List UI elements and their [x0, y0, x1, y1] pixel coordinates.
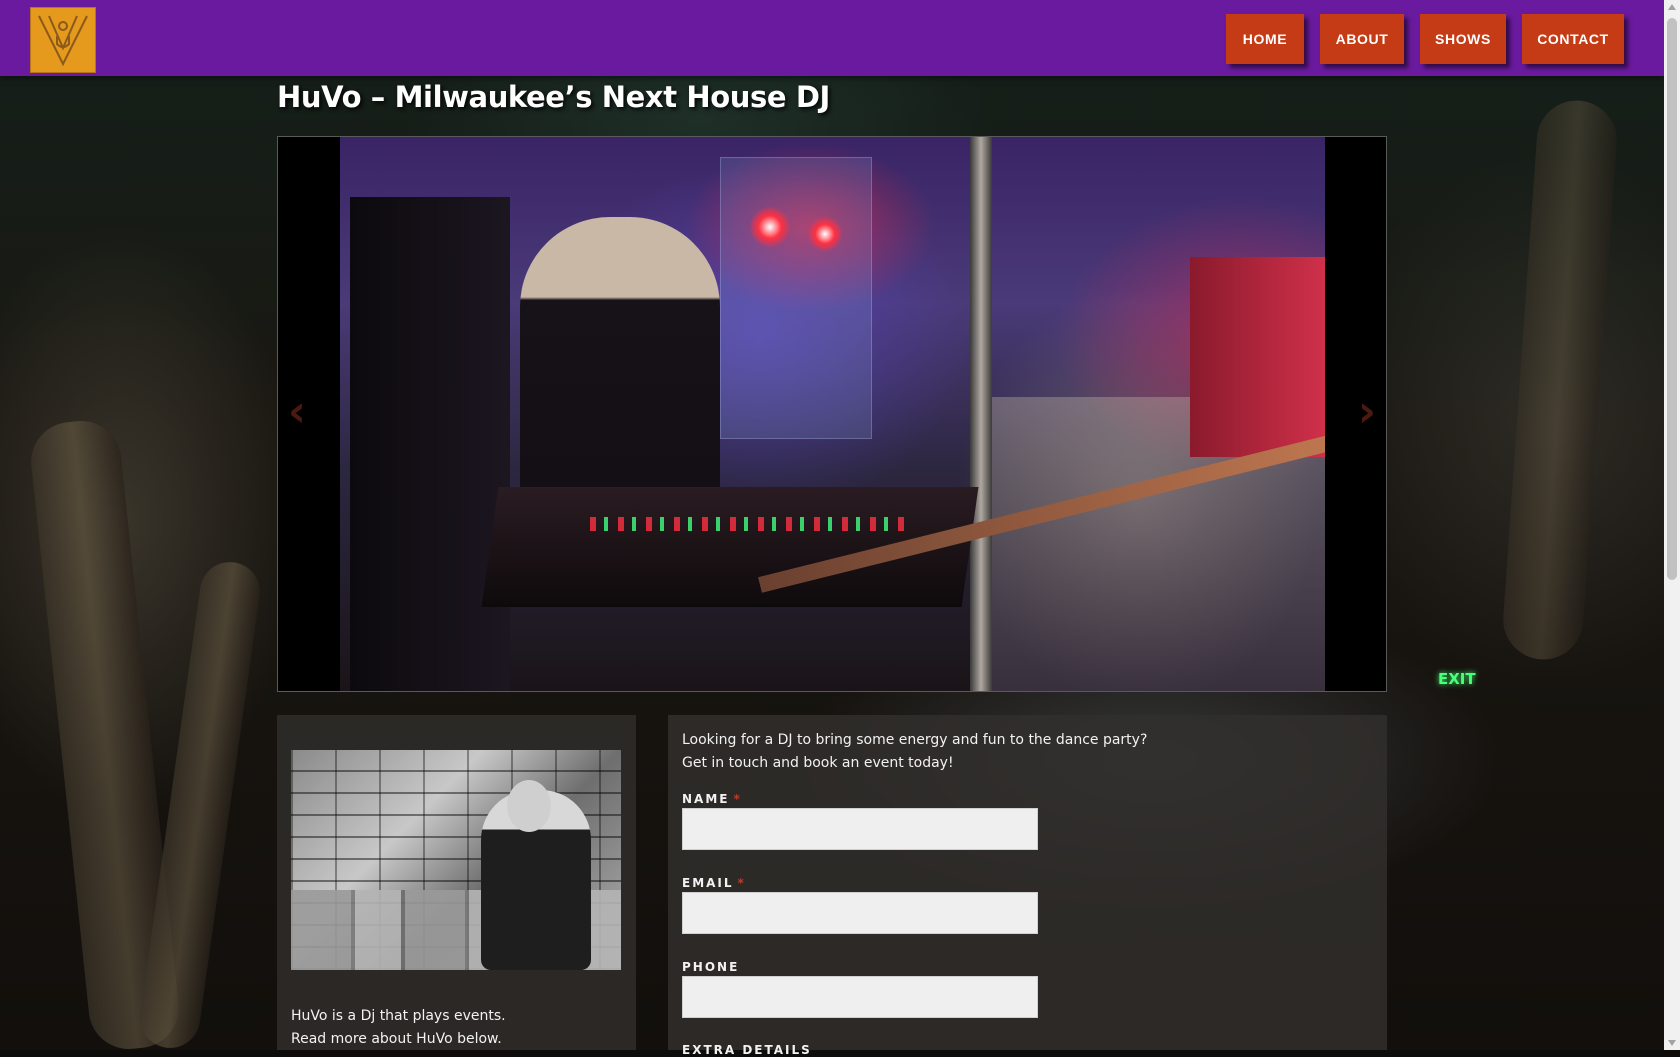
phone-field[interactable] [682, 976, 1038, 1018]
about-text: HuVo is a Dj that plays events. Read mor… [291, 1005, 621, 1051]
about-line: HuVo is a Dj that plays events. [291, 1008, 506, 1024]
slider-prev-chevron-left-icon[interactable]: ‹ [282, 387, 312, 437]
about-photo-portrait [291, 750, 621, 970]
photo-speaker-left [350, 197, 510, 691]
slider-next-chevron-right-icon[interactable]: › [1352, 387, 1382, 437]
image-slider: ‹ › [277, 136, 1387, 692]
phone-label-text: PHONE [682, 960, 740, 974]
about-card: HuVo is a Dj that plays events. Read mor… [277, 715, 636, 1050]
page-scrollbar[interactable] [1664, 0, 1680, 1050]
contact-intro: Looking for a DJ to bring some energy an… [682, 729, 1242, 775]
nav-home-button[interactable]: HOME [1226, 14, 1304, 64]
phone-label: PHONE [682, 960, 739, 974]
nav-about-button[interactable]: ABOUT [1320, 14, 1404, 64]
email-label: EMAIL * [682, 876, 746, 890]
photo-deck-lights [590, 517, 910, 531]
extra-details-label: EXTRA DETAILS [682, 1043, 812, 1057]
slide-image-dj-performing [340, 137, 1325, 691]
scroll-up-arrow-icon[interactable] [1668, 4, 1676, 10]
contact-intro-line: Get in touch and book an event today! [682, 755, 954, 771]
scrollbar-thumb[interactable] [1667, 18, 1677, 580]
logo[interactable] [30, 7, 96, 73]
required-marker: * [733, 792, 742, 806]
name-label-text: NAME [682, 792, 730, 806]
main-nav: HOME ABOUT SHOWS CONTACT [1226, 14, 1624, 64]
logo-icon [38, 15, 88, 67]
required-marker: * [737, 876, 746, 890]
photo-glass-panel [720, 157, 872, 439]
nav-contact-button[interactable]: CONTACT [1522, 14, 1624, 64]
photo-face [507, 780, 551, 832]
email-label-text: EMAIL [682, 876, 734, 890]
photo-light-1 [750, 207, 790, 247]
site-header: HOME ABOUT SHOWS CONTACT [0, 0, 1664, 76]
photo-light-2 [808, 217, 842, 251]
nav-shows-button[interactable]: SHOWS [1420, 14, 1506, 64]
page-title: HuVo – Milwaukee’s Next House DJ [277, 80, 830, 114]
extra-details-label-text: EXTRA DETAILS [682, 1043, 812, 1057]
contact-form-card: Looking for a DJ to bring some energy an… [668, 715, 1387, 1057]
name-field[interactable] [682, 808, 1038, 850]
photo-pole [970, 137, 992, 691]
exit-sign: EXIT [1438, 670, 1476, 688]
email-field[interactable] [682, 892, 1038, 934]
tree-trunk-right [1500, 97, 1620, 663]
about-line: Read more about HuVo below. [291, 1031, 502, 1047]
scroll-down-arrow-icon[interactable] [1668, 1040, 1676, 1046]
name-label: NAME * [682, 792, 742, 806]
contact-intro-line: Looking for a DJ to bring some energy an… [682, 732, 1148, 748]
photo-speaker-right [1190, 257, 1325, 457]
